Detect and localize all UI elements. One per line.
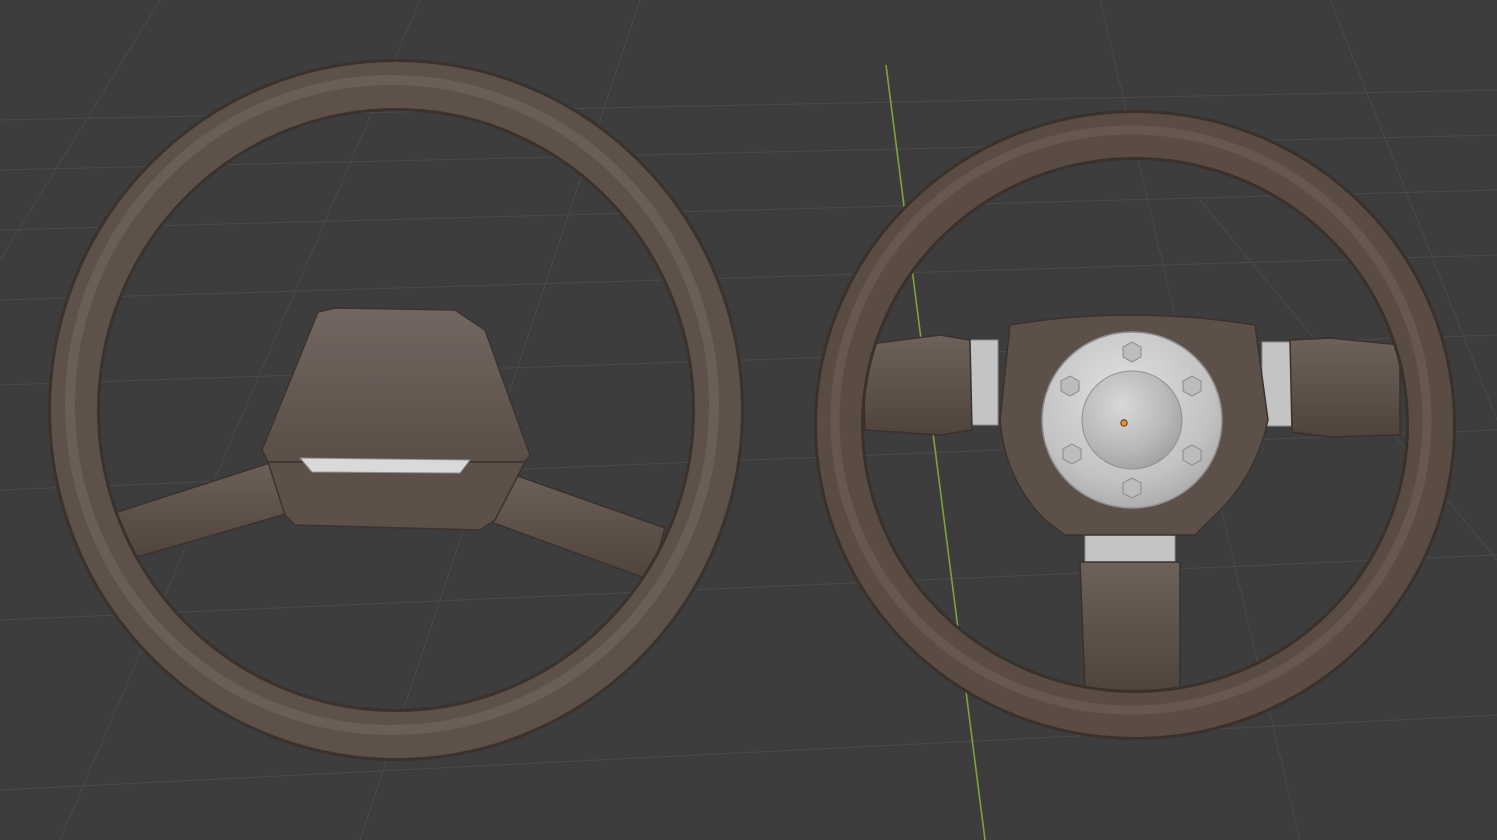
horn-pad[interactable] — [261, 307, 531, 531]
viewport-scene[interactable] — [0, 0, 1497, 840]
steering-wheel-classic[interactable] — [48, 59, 744, 761]
bolt-icon — [1182, 444, 1202, 466]
bolt-icon — [1182, 375, 1202, 397]
bolt-icon — [1062, 443, 1082, 465]
object-origin-icon[interactable] — [1120, 419, 1128, 427]
horn-pad-light-strip — [298, 457, 472, 474]
hub-dome — [1081, 370, 1183, 470]
bolt-icon — [1122, 477, 1142, 499]
bolt-icon — [1060, 375, 1080, 397]
3d-viewport[interactable] — [0, 0, 1497, 840]
steering-wheel-sport[interactable] — [814, 110, 1456, 740]
bolt-icon — [1122, 341, 1142, 363]
